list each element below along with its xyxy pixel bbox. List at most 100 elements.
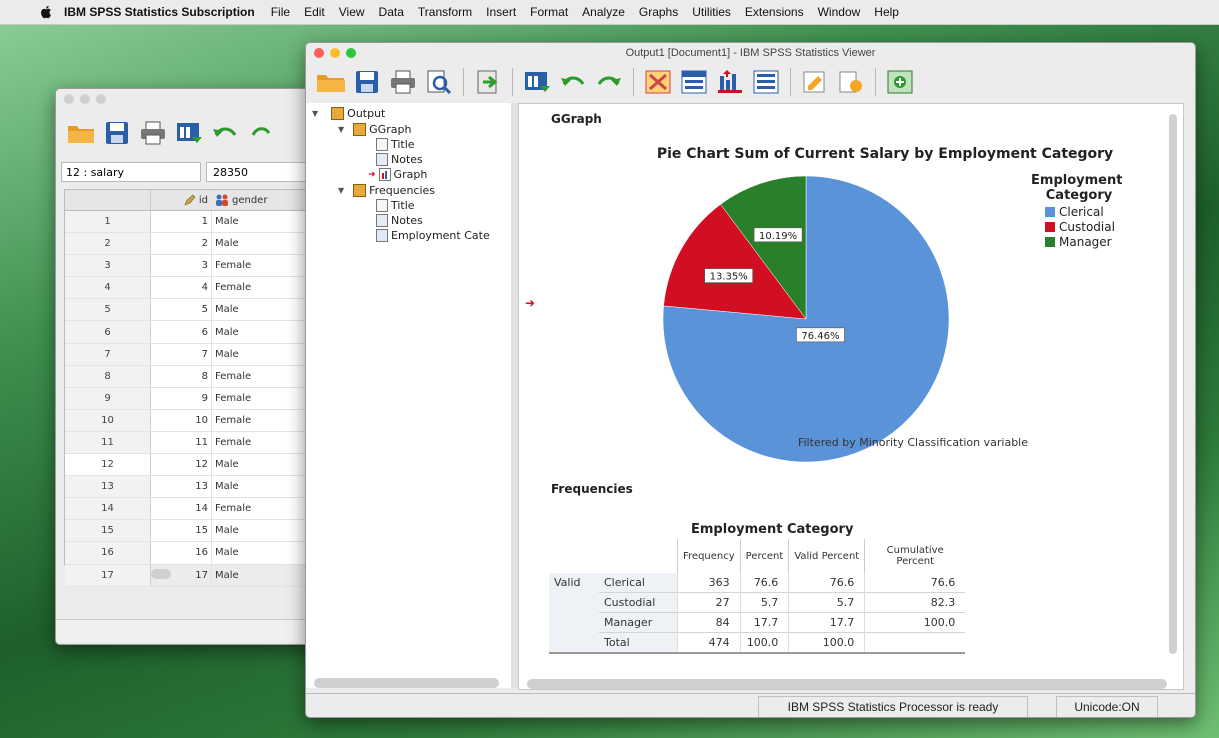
close-button[interactable]	[314, 48, 324, 58]
outline-scrollbar[interactable]	[314, 678, 499, 688]
menu-window[interactable]: Window	[818, 5, 861, 19]
row-number[interactable]: 6	[65, 321, 151, 343]
insert-title-icon[interactable]	[836, 67, 866, 97]
designate-window-icon[interactable]	[885, 67, 915, 97]
cell-id[interactable]: 7	[151, 349, 211, 360]
recall-dialog-icon[interactable]	[522, 67, 552, 97]
cell-id[interactable]: 13	[151, 481, 211, 492]
print-icon[interactable]	[138, 118, 168, 148]
menu-data[interactable]: Data	[379, 5, 404, 19]
menu-insert[interactable]: Insert	[486, 5, 516, 19]
tree-item-output[interactable]: ▼ Output	[312, 107, 385, 120]
cell-id[interactable]: 2	[151, 238, 211, 249]
app-menu[interactable]: IBM SPSS Statistics Subscription	[64, 5, 255, 19]
goto-case-icon[interactable]	[679, 67, 709, 97]
row-number[interactable]: 12	[65, 454, 151, 476]
row-number[interactable]: 10	[65, 409, 151, 431]
undo-icon[interactable]	[558, 67, 588, 97]
row-number[interactable]: 13	[65, 476, 151, 498]
menu-file[interactable]: File	[271, 5, 290, 19]
tree-item-ggraph-title[interactable]: Title	[376, 138, 415, 151]
grid-scrollbar[interactable]	[151, 569, 171, 579]
content-vertical-scrollbar[interactable]	[1169, 114, 1177, 654]
tree-item-freq-notes[interactable]: Notes	[376, 214, 423, 227]
zoom-button[interactable]	[96, 94, 106, 104]
toolbar-separator	[633, 68, 634, 96]
row-number[interactable]: 4	[65, 277, 151, 299]
row-number[interactable]: 2	[65, 233, 151, 255]
row-number[interactable]: 11	[65, 431, 151, 454]
menu-edit[interactable]: Edit	[304, 5, 325, 19]
open-folder-icon[interactable]	[66, 118, 96, 148]
variables-list-icon[interactable]	[751, 67, 781, 97]
redo-icon[interactable]	[594, 67, 624, 97]
tree-item-frequencies[interactable]: ▼ Frequencies	[338, 184, 435, 197]
tree-item-freq-table[interactable]: Employment Cate	[376, 229, 490, 242]
variables-icon[interactable]	[174, 118, 204, 148]
cell-id[interactable]: 9	[151, 393, 211, 404]
close-button[interactable]	[64, 94, 74, 104]
disclosure-triangle-icon[interactable]: ▼	[312, 109, 318, 118]
disclosure-triangle-icon[interactable]: ▼	[338, 186, 344, 195]
freq-table-row: Custodial 27 5.7 5.7 82.3	[549, 592, 966, 613]
tree-item-ggraph[interactable]: ▼ GGraph	[338, 123, 411, 136]
open-folder-icon[interactable]	[316, 67, 346, 97]
menu-graphs[interactable]: Graphs	[639, 5, 678, 19]
print-preview-icon[interactable]	[424, 67, 454, 97]
row-number[interactable]: 8	[65, 365, 151, 387]
pencil-icon	[184, 194, 196, 206]
cell-id[interactable]: 15	[151, 525, 211, 536]
content-horizontal-scrollbar[interactable]	[527, 679, 1167, 689]
corner-cell	[65, 190, 151, 210]
zoom-button[interactable]	[346, 48, 356, 58]
column-header-id[interactable]: id	[151, 194, 211, 206]
print-icon[interactable]	[388, 67, 418, 97]
menu-utilities[interactable]: Utilities	[692, 5, 731, 19]
cell-id[interactable]: 1	[151, 216, 211, 227]
cell-id[interactable]: 12	[151, 459, 211, 470]
row-number[interactable]: 5	[65, 299, 151, 321]
cell-id[interactable]: 3	[151, 260, 211, 271]
cell-id[interactable]: 4	[151, 282, 211, 293]
cell-id[interactable]: 5	[151, 304, 211, 315]
tree-item-ggraph-graph[interactable]: ➜ Graph	[368, 168, 427, 181]
disclosure-triangle-icon[interactable]: ▼	[338, 125, 344, 134]
redo-icon[interactable]	[246, 118, 276, 148]
row-number[interactable]: 1	[65, 211, 151, 233]
menu-transform[interactable]: Transform	[418, 5, 472, 19]
insert-heading-icon[interactable]	[800, 67, 830, 97]
menu-view[interactable]: View	[339, 5, 365, 19]
apple-icon[interactable]	[38, 4, 54, 20]
save-icon[interactable]	[102, 118, 132, 148]
minimize-button[interactable]	[80, 94, 90, 104]
goto-data-icon[interactable]	[643, 67, 673, 97]
cell-id[interactable]: 8	[151, 371, 211, 382]
cell-id[interactable]: 14	[151, 503, 211, 514]
cell-id[interactable]: 10	[151, 415, 211, 426]
save-icon[interactable]	[352, 67, 382, 97]
freq-row-label: Clerical	[599, 573, 678, 593]
row-number[interactable]: 17	[65, 564, 151, 586]
row-number[interactable]: 14	[65, 498, 151, 520]
freq-table-row: Valid Clerical 363 76.6 76.6 76.6	[549, 573, 966, 653]
menu-format[interactable]: Format	[530, 5, 568, 19]
cell-id[interactable]: 6	[151, 327, 211, 338]
pane-splitter[interactable]	[511, 103, 518, 688]
row-number[interactable]: 3	[65, 255, 151, 277]
undo-icon[interactable]	[210, 118, 240, 148]
goto-variable-icon[interactable]	[715, 67, 745, 97]
menu-analyze[interactable]: Analyze	[582, 5, 625, 19]
row-number[interactable]: 9	[65, 387, 151, 409]
cell-id[interactable]: 11	[151, 437, 211, 448]
export-icon[interactable]	[473, 67, 503, 97]
tree-item-ggraph-notes[interactable]: Notes	[376, 153, 423, 166]
row-number[interactable]: 7	[65, 343, 151, 365]
menu-help[interactable]: Help	[874, 5, 899, 19]
row-number[interactable]: 15	[65, 520, 151, 542]
cell-id[interactable]: 16	[151, 547, 211, 558]
row-number[interactable]: 16	[65, 542, 151, 564]
tree-item-freq-title[interactable]: Title	[376, 199, 415, 212]
menu-extensions[interactable]: Extensions	[745, 5, 804, 19]
cell-reference: 12 : salary	[61, 162, 201, 182]
minimize-button[interactable]	[330, 48, 340, 58]
